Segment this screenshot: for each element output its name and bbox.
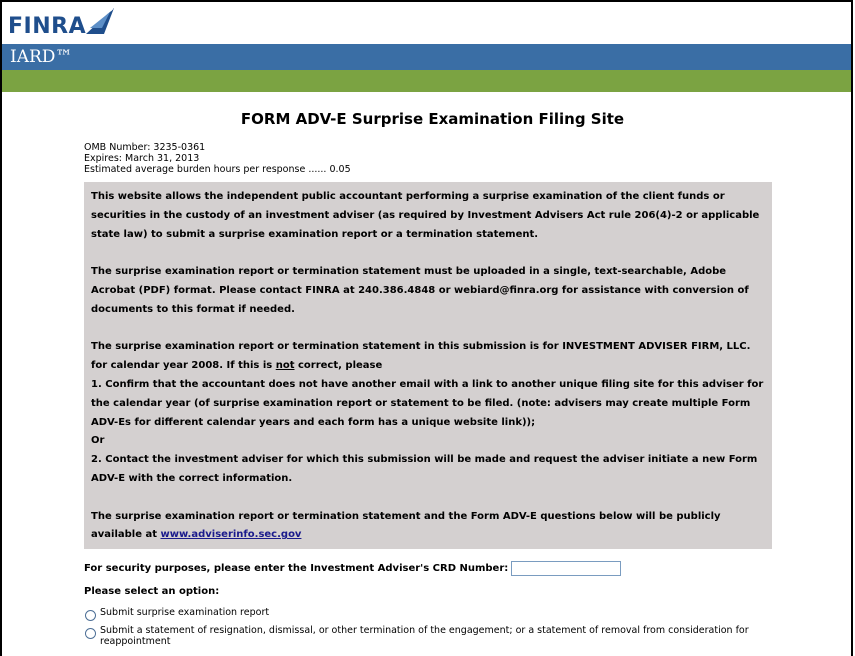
main-content: FORM ADV-E Surprise Examination Filing S… — [2, 110, 851, 647]
finra-triangle-icon — [86, 8, 115, 34]
finra-logo: FINRA — [8, 8, 115, 39]
option-label-submit-report: Submit surprise examination report — [100, 607, 270, 619]
omb-info: OMB Number: 3235-0361 Expires: March 31,… — [84, 142, 781, 175]
radio-submit-termination[interactable] — [85, 628, 96, 640]
crd-row: For security purposes, please enter the … — [84, 561, 781, 577]
not-emphasis: not — [275, 360, 295, 372]
omb-number: OMB Number: 3235-0361 — [84, 142, 206, 153]
product-name: IARD™ — [10, 47, 73, 67]
option-label-submit-termination: Submit a statement of resignation, dismi… — [100, 625, 749, 647]
instructions-para-1: This website allows the independent publ… — [91, 191, 760, 240]
option-label: Please select an option: — [84, 586, 220, 598]
instructions-or: Or — [91, 435, 105, 447]
adviserinfo-link[interactable]: www.adviserinfo.sec.gov — [160, 529, 301, 540]
nav-bar — [2, 70, 851, 92]
page-frame: FINRA IARD™ FORM ADV-E Surprise Examinat… — [0, 0, 853, 656]
option-group: Submit surprise examination report Submi… — [84, 608, 781, 647]
instructions-para-2: The surprise examination report or termi… — [91, 266, 749, 315]
header: FINRA — [2, 2, 851, 44]
page-title: FORM ADV-E Surprise Examination Filing S… — [240, 110, 625, 128]
crd-number-input[interactable] — [511, 561, 622, 577]
radio-submit-report[interactable] — [85, 610, 96, 622]
omb-burden: Estimated average burden hours per respo… — [84, 164, 351, 175]
instructions-item-1: 1. Confirm that the accountant does not … — [91, 378, 764, 428]
option-submit-report[interactable]: Submit surprise examination report — [84, 607, 781, 622]
instructions-para-4: The surprise examination report or termi… — [91, 510, 721, 541]
instructions-item-2: 2. Contact the investment adviser for wh… — [91, 454, 758, 484]
crd-label: For security purposes, please enter the … — [84, 563, 509, 575]
option-submit-termination[interactable]: Submit a statement of resignation, dismi… — [84, 625, 781, 647]
instructions-box: This website allows the independent publ… — [84, 182, 772, 550]
instructions-year-line: for calendar year 2008. If this is not c… — [91, 360, 383, 372]
instructions-firm-line: The surprise examination report or termi… — [91, 341, 751, 353]
logo-text: FINRA — [8, 14, 87, 39]
product-bar: IARD™ — [2, 44, 851, 70]
omb-expires: Expires: March 31, 2013 — [84, 153, 200, 164]
